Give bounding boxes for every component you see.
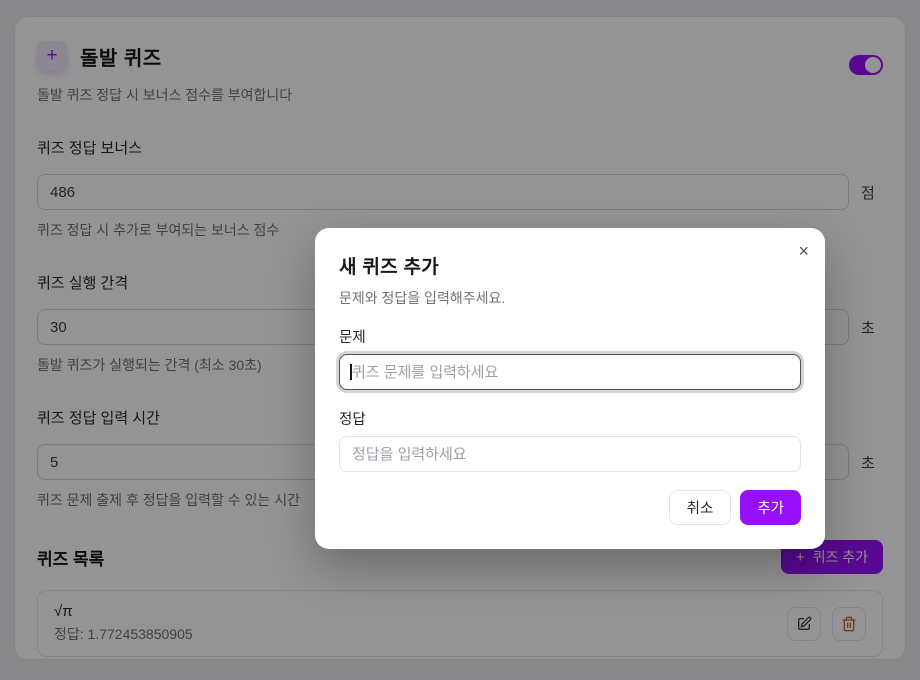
add-quiz-modal: × 새 퀴즈 추가 문제와 정답을 입력해주세요. 문제 정답 취소 추가: [315, 228, 825, 549]
close-icon[interactable]: ×: [798, 242, 809, 260]
answer-input-wrap: [339, 436, 801, 472]
answer-label: 정답: [339, 412, 366, 428]
question-label: 문제: [339, 330, 366, 346]
modal-title: 새 퀴즈 추가: [339, 257, 440, 278]
question-input[interactable]: [339, 354, 801, 390]
cancel-button[interactable]: 취소: [668, 490, 732, 525]
answer-input[interactable]: [339, 436, 801, 472]
question-input-wrap: [339, 354, 801, 390]
submit-button[interactable]: 추가: [740, 490, 801, 525]
modal-subtitle: 문제와 정답을 입력해주세요.: [339, 290, 506, 306]
text-caret: [350, 364, 352, 380]
